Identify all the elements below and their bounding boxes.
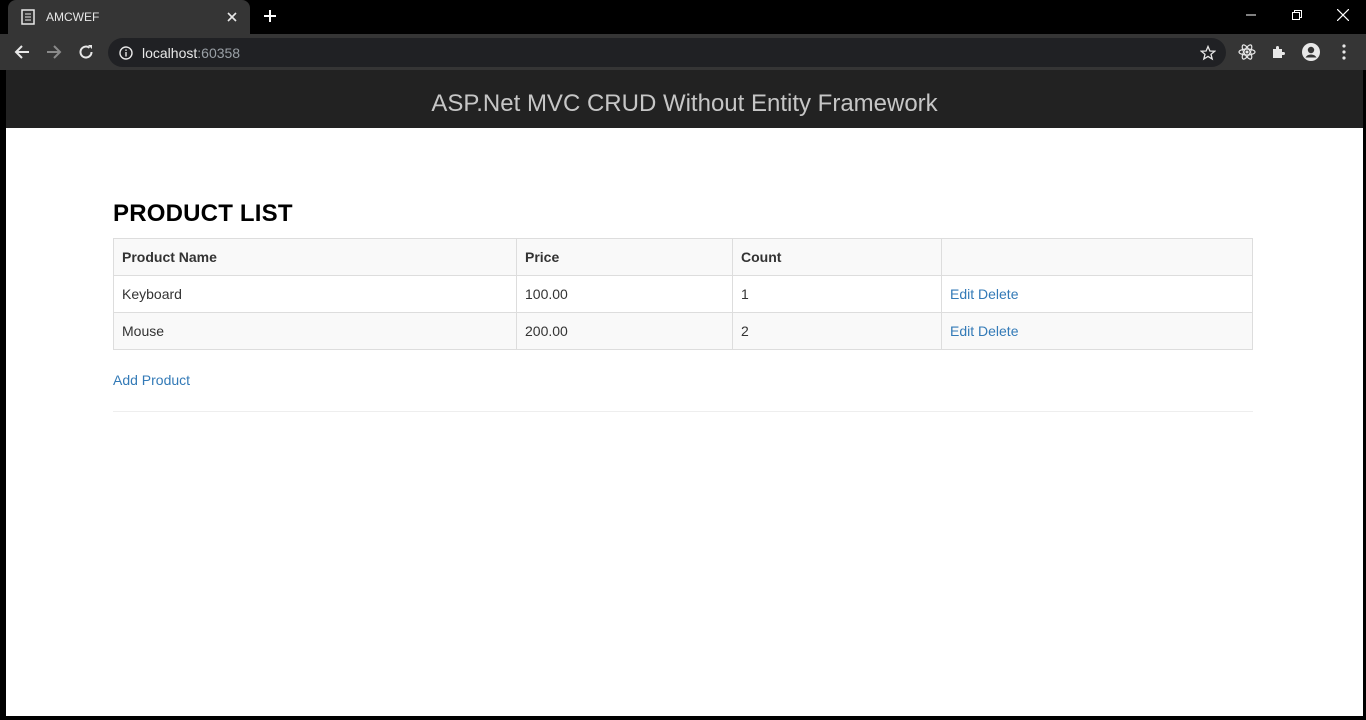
page-title: PRODUCT LIST bbox=[113, 200, 293, 227]
main-content: PRODUCT LIST Product Name Price Count Ke… bbox=[113, 200, 1253, 412]
product-name-cell: Keyboard bbox=[113, 275, 517, 313]
profile-button[interactable] bbox=[1298, 39, 1324, 65]
back-button[interactable] bbox=[8, 38, 36, 66]
product-table: Product Name Price Count Keyboard 100.00… bbox=[113, 238, 1253, 350]
column-header-count: Count bbox=[732, 238, 942, 276]
count-cell: 2 bbox=[732, 312, 942, 350]
divider bbox=[113, 411, 1253, 412]
puzzle-icon bbox=[1273, 46, 1285, 58]
extensions-button[interactable] bbox=[1266, 39, 1292, 65]
restore-icon bbox=[1292, 10, 1302, 20]
close-tab-icon[interactable] bbox=[224, 9, 240, 25]
delete-link[interactable]: Delete bbox=[978, 323, 1018, 339]
forward-button[interactable] bbox=[40, 38, 68, 66]
menu-button[interactable] bbox=[1331, 39, 1357, 65]
minimize-icon bbox=[1246, 14, 1256, 16]
column-header-product-name: Product Name bbox=[113, 238, 517, 276]
arrow-left-icon bbox=[14, 45, 29, 59]
close-icon bbox=[1337, 9, 1349, 21]
actions-cell: Edit Delete bbox=[941, 275, 1253, 313]
browser-tab[interactable]: AMCWEF bbox=[8, 0, 250, 34]
tab-strip: AMCWEF bbox=[0, 0, 1366, 34]
delete-link[interactable]: Delete bbox=[978, 286, 1018, 302]
page-viewport: ASP.Net MVC CRUD Without Entity Framewor… bbox=[6, 70, 1363, 716]
close-window-button[interactable] bbox=[1320, 0, 1366, 30]
minimize-button[interactable] bbox=[1228, 0, 1274, 30]
plus-icon bbox=[264, 10, 276, 22]
arrow-right-icon bbox=[47, 45, 62, 59]
column-header-price: Price bbox=[516, 238, 733, 276]
price-cell: 100.00 bbox=[516, 275, 733, 313]
bookmark-star-icon[interactable] bbox=[1198, 43, 1218, 63]
edit-link[interactable]: Edit bbox=[950, 323, 974, 339]
browser-toolbar: localhost:60358 bbox=[0, 34, 1366, 70]
react-extension-button[interactable] bbox=[1234, 39, 1260, 65]
site-header: ASP.Net MVC CRUD Without Entity Framewor… bbox=[6, 70, 1363, 128]
url-port: :60358 bbox=[197, 44, 241, 61]
kebab-menu-icon bbox=[1342, 44, 1346, 60]
actions-cell: Edit Delete bbox=[941, 312, 1253, 350]
account-icon bbox=[1302, 43, 1320, 61]
site-title: ASP.Net MVC CRUD Without Entity Framewor… bbox=[431, 90, 938, 117]
table-header-row: Product Name Price Count bbox=[113, 238, 1253, 276]
document-icon bbox=[20, 9, 36, 25]
atom-icon bbox=[1238, 44, 1256, 60]
edit-link[interactable]: Edit bbox=[950, 286, 974, 302]
table-row: Mouse 200.00 2 Edit Delete bbox=[113, 312, 1253, 350]
price-cell: 200.00 bbox=[516, 312, 733, 350]
new-tab-button[interactable] bbox=[259, 5, 281, 27]
tab-title: AMCWEF bbox=[46, 10, 100, 24]
column-header-actions bbox=[941, 238, 1253, 276]
url-host: localhost bbox=[142, 44, 198, 61]
reload-icon bbox=[79, 45, 93, 59]
info-icon[interactable] bbox=[119, 45, 133, 60]
count-cell: 1 bbox=[732, 275, 942, 313]
restore-button[interactable] bbox=[1274, 0, 1320, 30]
address-bar[interactable]: localhost:60358 bbox=[108, 38, 1226, 67]
add-product-link[interactable]: Add Product bbox=[113, 372, 190, 388]
table-row: Keyboard 100.00 1 Edit Delete bbox=[113, 275, 1253, 313]
reload-button[interactable] bbox=[72, 38, 100, 66]
product-name-cell: Mouse bbox=[113, 312, 517, 350]
